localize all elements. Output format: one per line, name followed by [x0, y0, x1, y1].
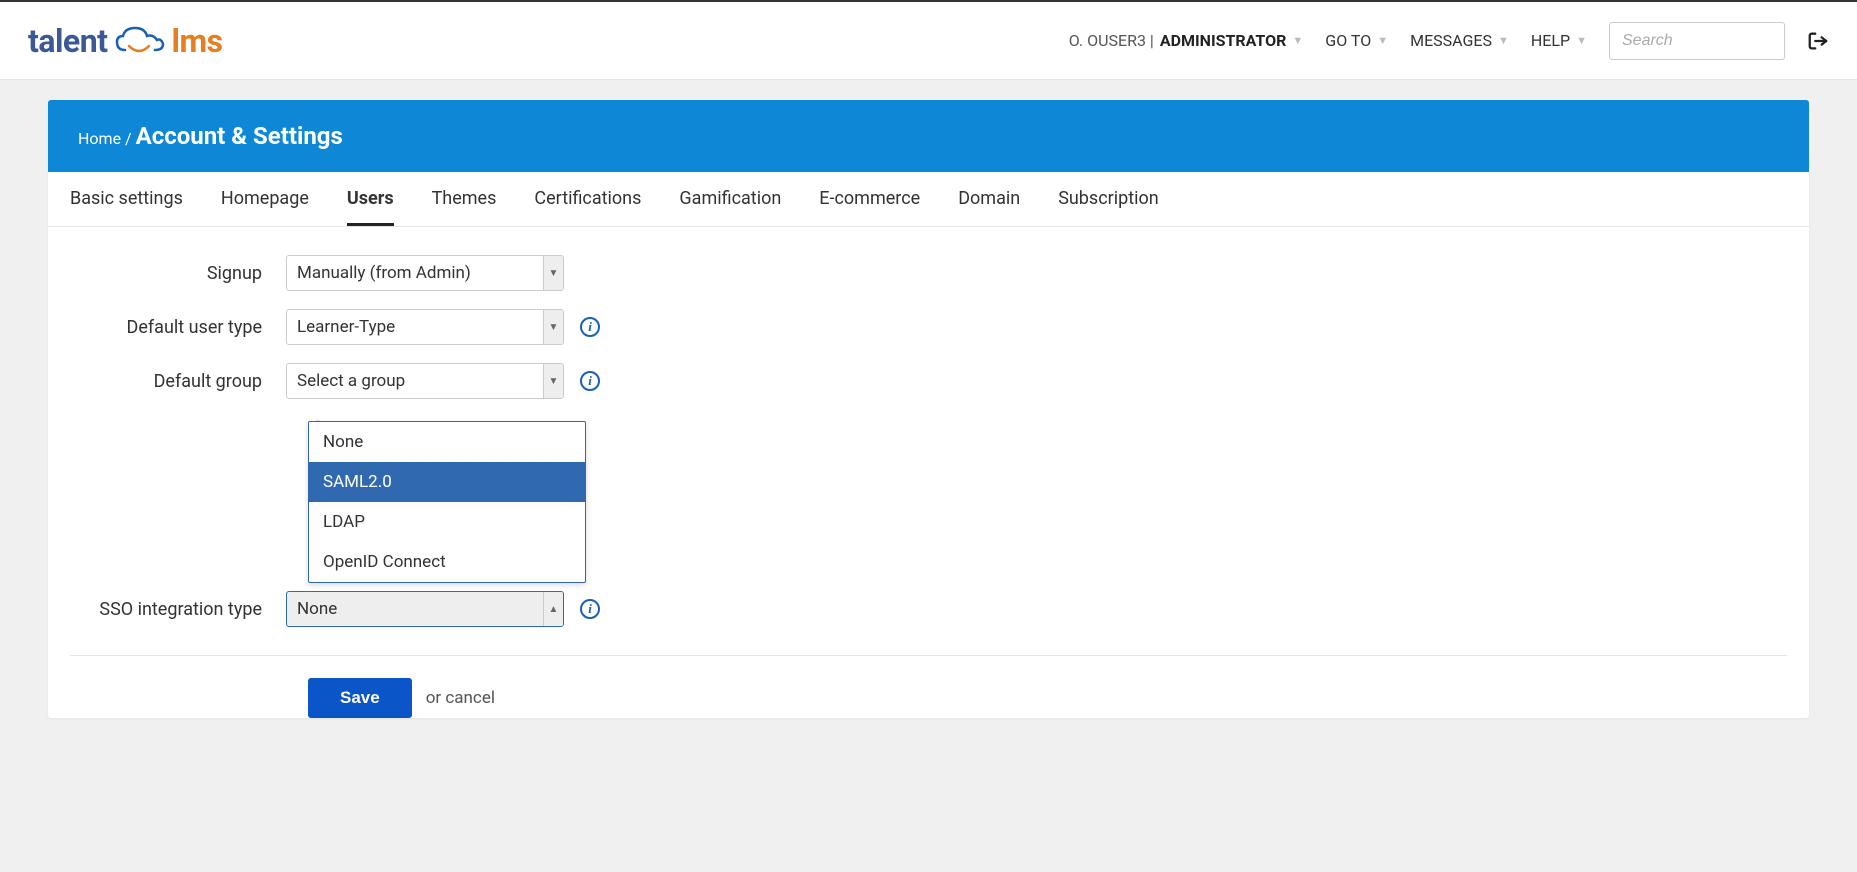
breadcrumb-separator: / — [125, 129, 132, 148]
default-user-type-label: Default user type — [70, 317, 286, 338]
signup-value: Manually (from Admin) — [297, 263, 471, 283]
caret-up-icon — [543, 592, 563, 626]
tabs: Basic settings Homepage Users Themes Certifi… — [48, 172, 1809, 227]
caret-down-icon: ▼ — [1377, 34, 1388, 47]
tab-subscription[interactable]: Subscription — [1058, 188, 1159, 226]
save-button[interactable]: Save — [308, 678, 412, 718]
caret-down-icon — [543, 256, 563, 290]
cancel-link[interactable]: cancel — [445, 688, 495, 708]
nav-messages[interactable]: MESSAGES ▼ — [1410, 31, 1509, 50]
search-input[interactable] — [1609, 22, 1785, 60]
sso-option-openid-connect[interactable]: OpenID Connect — [309, 542, 585, 582]
page-title: Account & Settings — [136, 122, 343, 150]
tab-themes[interactable]: Themes — [432, 188, 497, 226]
header-bar: talent lms O. OUSER3 | ADMINISTRATOR ▼ G… — [0, 2, 1857, 80]
breadcrumb-home[interactable]: Home — [78, 129, 121, 148]
caret-down-icon: ▼ — [1498, 34, 1509, 47]
user-role: ADMINISTRATOR — [1160, 31, 1287, 50]
tab-domain[interactable]: Domain — [958, 188, 1020, 226]
tab-gamification[interactable]: Gamification — [679, 188, 781, 226]
signup-label: Signup — [70, 263, 286, 284]
info-icon[interactable] — [580, 317, 600, 337]
user-prefix: O. OUSER3 | — [1069, 31, 1154, 50]
tab-certifications[interactable]: Certifications — [534, 188, 641, 226]
default-group-label: Default group — [70, 371, 286, 392]
settings-panel: Home / Account & Settings Basic settings… — [48, 100, 1809, 718]
nav-goto[interactable]: GO TO ▼ — [1325, 31, 1388, 50]
logout-icon[interactable] — [1807, 30, 1829, 52]
nav-help[interactable]: HELP ▼ — [1531, 31, 1587, 50]
tab-users[interactable]: Users — [347, 188, 394, 226]
logo-text-2: lms — [171, 22, 222, 60]
sso-dropdown: NoneSAML2.0LDAPOpenID Connect — [308, 421, 586, 583]
sso-select[interactable]: None — [286, 591, 564, 627]
tab-basic-settings[interactable]: Basic settings — [70, 188, 183, 226]
signup-select[interactable]: Manually (from Admin) — [286, 255, 564, 291]
or-cancel: or cancel — [426, 688, 495, 708]
sso-option-none[interactable]: None — [309, 422, 585, 462]
tab-homepage[interactable]: Homepage — [221, 188, 309, 226]
info-icon[interactable] — [580, 371, 600, 391]
logo-cloud-icon — [111, 24, 167, 58]
caret-down-icon — [543, 310, 563, 344]
sso-label: SSO integration type — [70, 599, 286, 620]
sso-value: None — [297, 599, 337, 619]
sso-option-saml2-0[interactable]: SAML2.0 — [309, 462, 585, 502]
default-user-type-select[interactable]: Learner-Type — [286, 309, 564, 345]
logo-text-1: talent — [28, 22, 107, 60]
default-group-value: Select a group — [297, 371, 405, 391]
logo[interactable]: talent lms — [28, 22, 223, 60]
default-user-type-value: Learner-Type — [297, 317, 395, 337]
sso-option-ldap[interactable]: LDAP — [309, 502, 585, 542]
default-group-select[interactable]: Select a group — [286, 363, 564, 399]
caret-down-icon — [543, 364, 563, 398]
info-icon[interactable] — [580, 599, 600, 619]
caret-down-icon: ▼ — [1292, 34, 1303, 47]
user-menu[interactable]: O. OUSER3 | ADMINISTRATOR ▼ — [1069, 31, 1304, 50]
breadcrumb: Home / Account & Settings — [48, 100, 1809, 172]
caret-down-icon: ▼ — [1576, 34, 1587, 47]
tab-e-commerce[interactable]: E-commerce — [819, 188, 920, 226]
